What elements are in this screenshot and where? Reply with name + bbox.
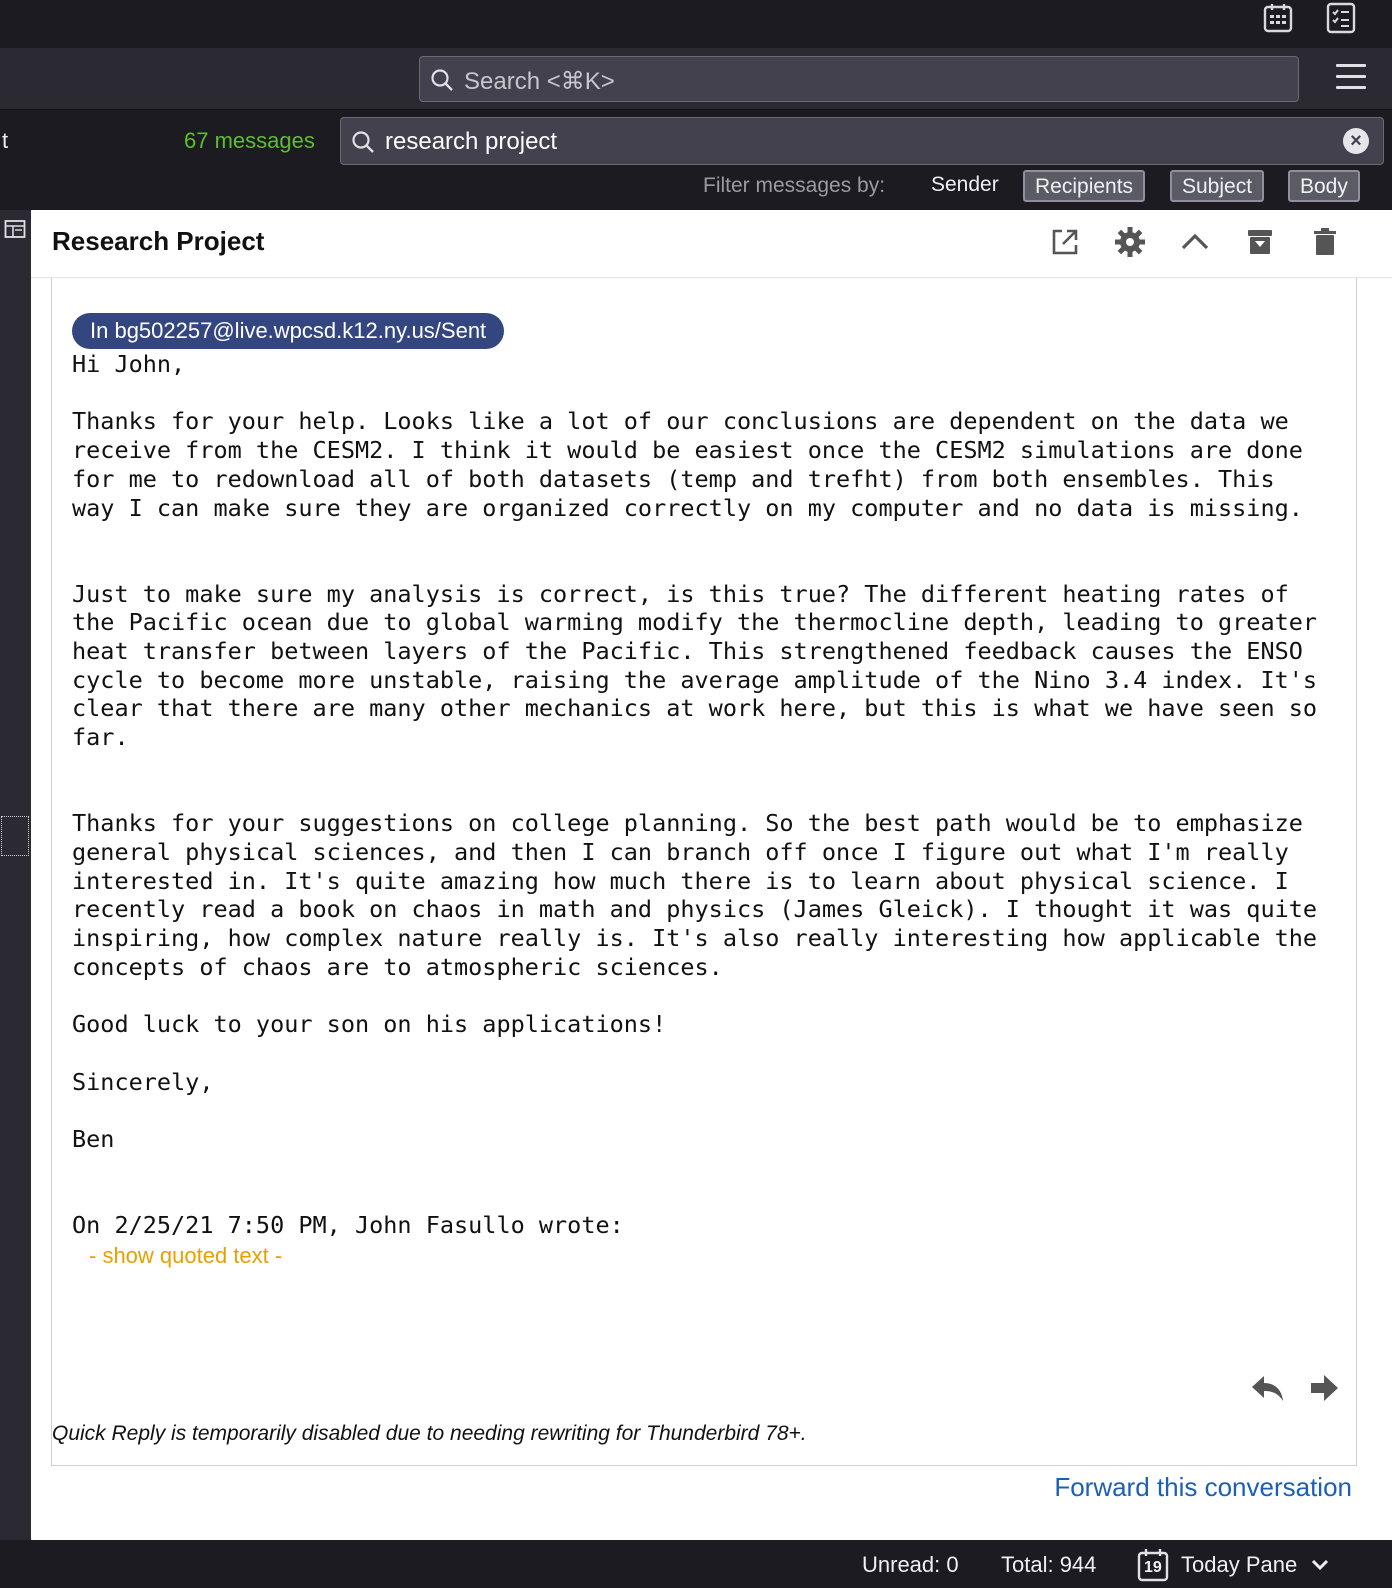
quick-filter-bar: t 67 messages research project × Filter … xyxy=(0,110,1392,210)
message-reader-pane: Research Project In bg502257@live.wpcsd.… xyxy=(31,210,1392,1540)
clear-filter-icon[interactable]: × xyxy=(1343,128,1369,154)
settings-gear-icon[interactable] xyxy=(1114,226,1146,258)
message-card: In bg502257@live.wpcsd.k12.ny.us/Sent Hi… xyxy=(51,222,1357,1466)
app-menu-button[interactable] xyxy=(1336,64,1366,94)
today-calendar-icon[interactable]: 19 xyxy=(1137,1548,1169,1582)
forward-icon[interactable] xyxy=(1308,1372,1340,1409)
filter-body-button[interactable]: Body xyxy=(1288,170,1360,202)
filter-by-label: Filter messages by: xyxy=(703,174,886,197)
filter-sender-button[interactable]: Sender xyxy=(921,170,1009,202)
forward-conversation-link[interactable]: Forward this conversation xyxy=(1054,1472,1352,1503)
open-in-new-tab-icon[interactable] xyxy=(1049,226,1081,258)
splitter-focus-outline[interactable] xyxy=(1,816,29,856)
filter-subject-button[interactable]: Subject xyxy=(1170,170,1265,202)
main-toolbar: Search <⌘K> xyxy=(0,48,1392,110)
layout-toggle-icon[interactable] xyxy=(4,218,26,240)
conversation-subject: Research Project xyxy=(52,226,265,256)
archive-icon[interactable] xyxy=(1244,226,1276,258)
quick-reply-disabled-note: Quick Reply is temporarily disabled due … xyxy=(52,1422,807,1445)
today-pane-toggle[interactable]: Today Pane xyxy=(1181,1552,1297,1578)
message-body: Hi John, Thanks for your help. Looks lik… xyxy=(72,350,1318,1240)
tasks-icon[interactable] xyxy=(1326,2,1356,34)
sidebar-strip xyxy=(0,210,31,1540)
collapse-chevron-up-icon[interactable] xyxy=(1179,226,1211,258)
title-bar xyxy=(0,0,1392,48)
search-icon xyxy=(352,131,374,153)
filter-recipients-button[interactable]: Recipients xyxy=(1023,170,1146,202)
conversation-header: Research Project xyxy=(31,210,1392,278)
folder-pane-label-fragment: t xyxy=(2,128,9,153)
search-icon xyxy=(431,69,453,91)
status-bar: Unread: 0 Total: 944 19 Today Pane xyxy=(0,1540,1392,1588)
quick-filter-value: research project xyxy=(385,128,558,155)
quick-filter-input[interactable]: research project × xyxy=(340,117,1384,165)
unread-count: Unread: 0 xyxy=(862,1552,959,1577)
calendar-icon[interactable] xyxy=(1263,2,1293,34)
folder-badge: In bg502257@live.wpcsd.k12.ny.us/Sent xyxy=(72,313,505,349)
total-count: Total: 944 xyxy=(1001,1552,1097,1577)
chevron-down-icon[interactable] xyxy=(1310,1554,1330,1579)
show-quoted-text-link[interactable]: - show quoted text - xyxy=(89,1243,282,1269)
delete-trash-icon[interactable] xyxy=(1309,226,1341,258)
reply-icon[interactable] xyxy=(1250,1372,1286,1409)
global-search-placeholder: Search <⌘K> xyxy=(464,68,615,95)
global-search-input[interactable]: Search <⌘K> xyxy=(419,56,1299,102)
today-day-number: 19 xyxy=(1144,1559,1162,1576)
message-count: 67 messages xyxy=(184,128,315,153)
